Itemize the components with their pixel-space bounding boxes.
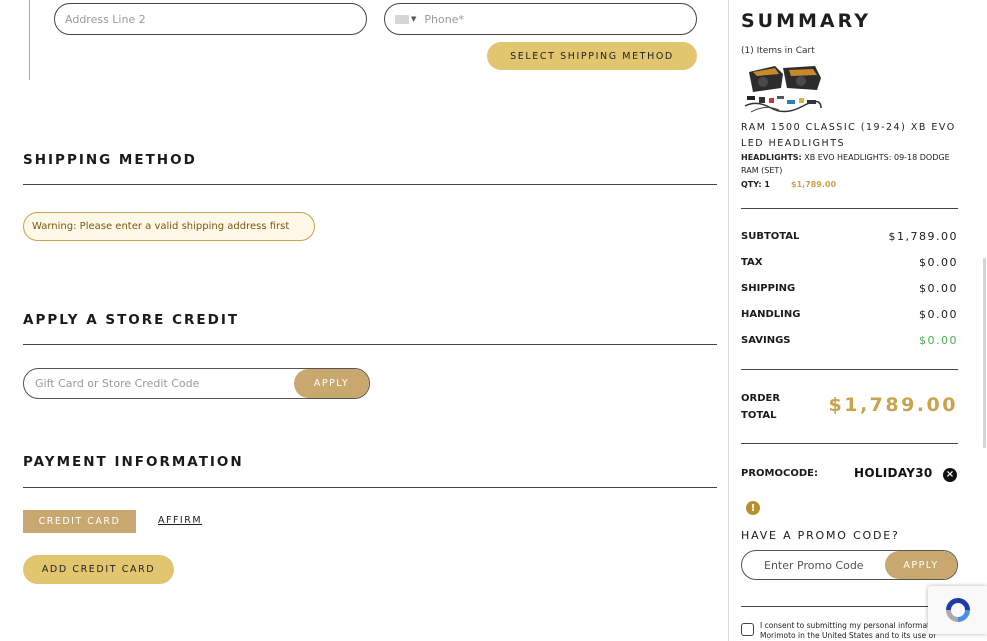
product-thumbnail (744, 66, 822, 113)
summary-heading: SUMMARY (741, 10, 871, 32)
promocode-label: PROMOCODE: (741, 468, 818, 479)
shipping-value: $0.00 (919, 282, 958, 295)
promo-code-input[interactable]: Enter Promo Code (764, 559, 864, 572)
shipping-warning-badge: Warning: Please enter a valid shipping a… (23, 212, 315, 241)
address-line-2-input[interactable]: Address Line 2 (54, 3, 367, 35)
product-qty: QTY: 1 (741, 180, 770, 189)
have-promo-heading: HAVE A PROMO CODE? (741, 529, 900, 542)
subtotal-label: SUBTOTAL (741, 231, 800, 242)
divider (741, 443, 958, 444)
shipping-method-heading: SHIPPING METHOD (23, 152, 197, 168)
cart-item-count: (1) Items in Cart (741, 46, 815, 56)
phone-input[interactable]: ▼ Phone* (384, 3, 697, 35)
tax-value: $0.00 (919, 256, 958, 269)
product-price: $1,789.00 (791, 180, 837, 189)
order-total-label: ORDER TOTAL (741, 393, 781, 421)
order-summary-panel: SUMMARY (1) Items in Cart RAM 1500 CLASS… (729, 0, 987, 641)
remove-promo-icon[interactable]: × (943, 468, 957, 482)
tax-label: TAX (741, 257, 763, 268)
product-spec-label: HEADLIGHTS: (741, 153, 802, 162)
select-shipping-method-button[interactable]: SELECT SHIPPING METHOD (487, 42, 697, 70)
country-flag-dropdown[interactable]: ▼ (395, 14, 417, 24)
divider (23, 344, 717, 345)
consent-checkbox[interactable] (741, 623, 754, 636)
product-name: RAM 1500 CLASSIC (19-24) XB EVO LED HEAD… (741, 122, 956, 149)
promo-code-field: Enter Promo Code APPLY (741, 550, 958, 580)
store-credit-heading: APPLY A STORE CREDIT (23, 312, 240, 328)
divider (741, 369, 958, 370)
tab-affirm[interactable]: AFFIRM (158, 515, 202, 526)
add-credit-card-button[interactable]: ADD CREDIT CARD (23, 555, 174, 584)
store-credit-apply-button[interactable]: APPLY (294, 369, 369, 398)
divider (23, 184, 717, 185)
payment-information-heading: PAYMENT INFORMATION (23, 454, 244, 470)
store-credit-field: Gift Card or Store Credit Code APPLY (23, 368, 370, 399)
order-total-value: $1,789.00 (828, 394, 958, 416)
recaptcha-icon (945, 598, 970, 622)
handling-label: HANDLING (741, 309, 801, 320)
savings-value: $0.00 (919, 334, 958, 347)
recaptcha-badge[interactable] (928, 586, 987, 634)
address-line-2-placeholder: Address Line 2 (65, 12, 146, 26)
flag-icon (395, 14, 409, 24)
handling-value: $0.00 (919, 308, 958, 321)
address-section-accent-line (29, 0, 30, 80)
tab-credit-card[interactable]: CREDIT CARD (23, 510, 136, 533)
divider (741, 208, 958, 209)
divider (741, 606, 958, 607)
phone-placeholder: Phone* (424, 12, 464, 26)
shipping-label: SHIPPING (741, 283, 796, 294)
promo-apply-button[interactable]: APPLY (885, 551, 957, 579)
applied-promocode: HOLIDAY30 (854, 466, 933, 480)
savings-label: SAVINGS (741, 335, 791, 346)
divider (23, 487, 717, 488)
scrollbar[interactable] (983, 258, 986, 448)
subtotal-value: $1,789.00 (888, 230, 958, 243)
caret-down-icon: ▼ (411, 15, 417, 23)
checkout-main: Address Line 2 ▼ Phone* SELECT SHIPPING … (0, 0, 728, 641)
product-spec: HEADLIGHTS: XB EVO HEADLIGHTS: 09-18 DOD… (741, 151, 956, 177)
alert-icon: ! (746, 501, 760, 515)
store-credit-input[interactable]: Gift Card or Store Credit Code (35, 377, 199, 390)
